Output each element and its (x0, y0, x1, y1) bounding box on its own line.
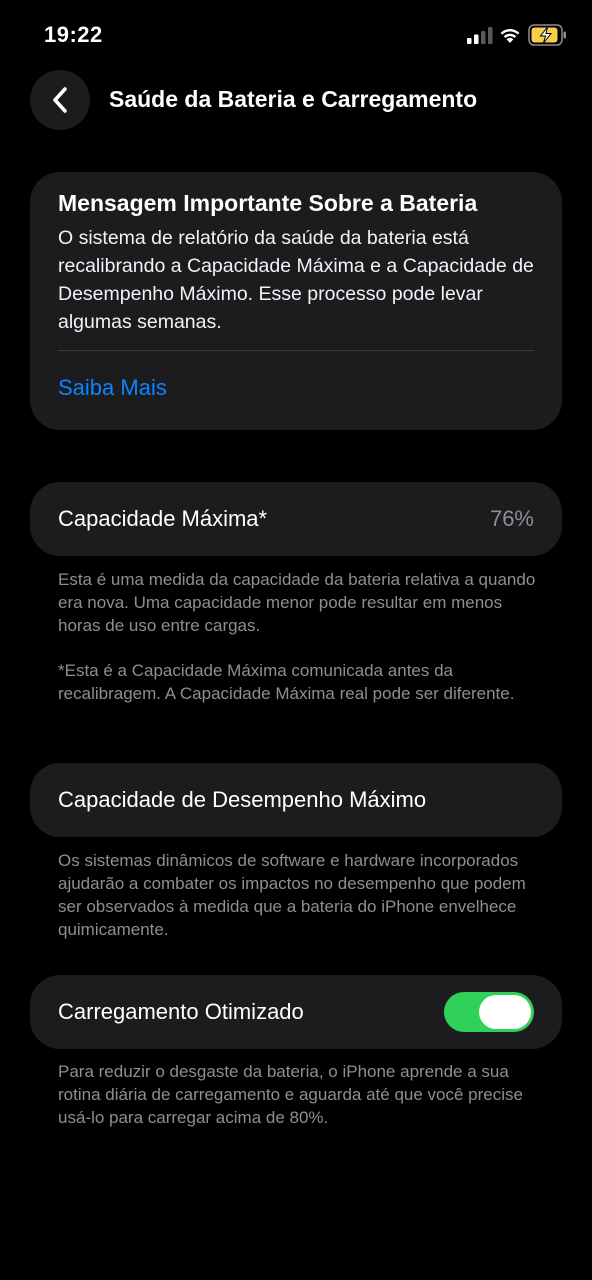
message-body: O sistema de relatório da saúde da bater… (58, 227, 534, 333)
learn-more-link[interactable]: Saiba Mais (58, 375, 167, 401)
back-button[interactable] (30, 70, 90, 130)
status-time: 19:22 (44, 22, 103, 47)
max-capacity-footnote: Esta é uma medida da capacidade da bater… (58, 570, 536, 635)
message-title: Mensagem Importante Sobre a Bateria (58, 190, 478, 216)
peak-performance-footnote: Os sistemas dinâmicos de software e hard… (58, 851, 526, 939)
toggle-knob (479, 995, 531, 1029)
wifi-icon (500, 29, 520, 43)
battery-message-card: Mensagem Importante Sobre a Bateria O si… (30, 172, 562, 430)
battery-charging-icon (528, 24, 566, 46)
divider (58, 350, 534, 351)
optimized-charging-footnote: Para reduzir o desgaste da bateria, o iP… (58, 1062, 523, 1127)
optimized-charging-label: Carregamento Otimizado (58, 999, 304, 1024)
chevron-left-icon (53, 87, 67, 113)
optimized-charging-toggle[interactable] (444, 992, 534, 1032)
max-capacity-value: 76% (489, 506, 534, 531)
page-title: Saúde da Bateria e Carregamento (109, 86, 478, 112)
max-capacity-row: Capacidade Máxima* 76% (30, 482, 562, 556)
signal-icon (467, 27, 493, 44)
peak-performance-label: Capacidade de Desempenho Máximo (58, 787, 427, 812)
recalibration-footnote: *Esta é a Capacidade Máxima comunicada a… (58, 661, 515, 703)
optimized-charging-row: Carregamento Otimizado (30, 975, 562, 1049)
status-bar: 19:22 (0, 0, 592, 70)
peak-performance-row[interactable]: Capacidade de Desempenho Máximo (30, 763, 562, 837)
max-capacity-label: Capacidade Máxima* (58, 506, 268, 531)
